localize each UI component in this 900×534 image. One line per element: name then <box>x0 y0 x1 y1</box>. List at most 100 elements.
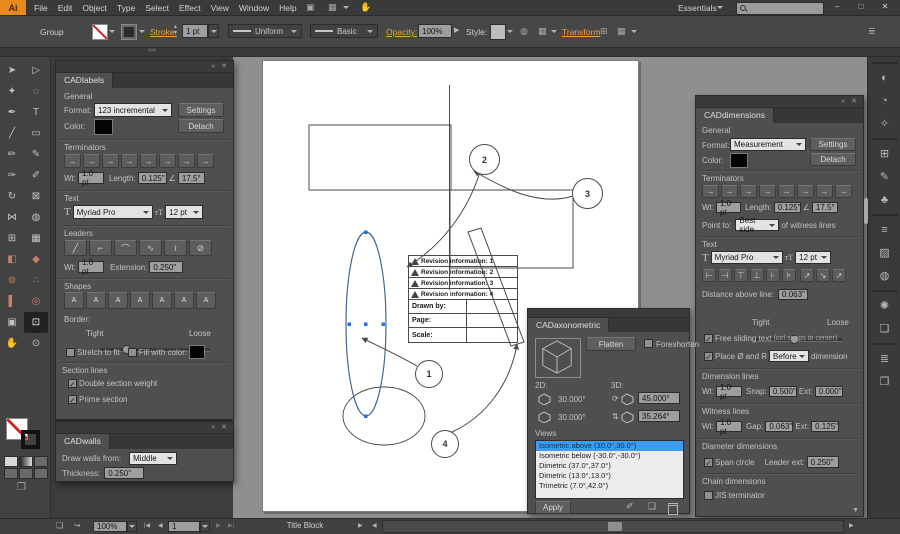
terminator-t8[interactable]: → <box>835 185 852 198</box>
bridge-icon[interactable]: ▣ <box>306 0 315 15</box>
terminator-t5[interactable]: → <box>140 154 157 168</box>
panel-icon-swatches[interactable]: ⊞ <box>880 147 889 161</box>
panel-icon-graphic-styles[interactable]: ❏ <box>880 322 890 336</box>
terminator-t2[interactable]: → <box>721 185 738 198</box>
leader-none[interactable]: ⊘ <box>189 240 212 256</box>
foreshorten-checkbox[interactable] <box>644 339 653 348</box>
last-artboard-icon[interactable]: ▶| <box>228 519 234 533</box>
panel-icon-layers[interactable]: ≣ <box>880 352 889 366</box>
point-to-dropdown[interactable]: Best side <box>735 219 779 231</box>
align-icon[interactable]: ⊞ <box>600 24 608 39</box>
place-checkbox[interactable]: ✓ <box>704 352 713 361</box>
tool-shape-builder[interactable]: ◍ <box>24 207 48 228</box>
tool-free-transform[interactable]: ⊠ <box>24 186 48 207</box>
menu-object[interactable]: Object <box>82 3 107 13</box>
distance-field[interactable]: 0.063" <box>778 289 808 300</box>
dim-ext-field[interactable]: 0.000" <box>815 386 843 397</box>
dock-splitter-grip[interactable] <box>864 198 868 224</box>
panel-icon-color[interactable]: ◐ <box>881 71 888 85</box>
close-icon[interactable]: ✕ <box>221 424 229 431</box>
terminator-t6[interactable]: → <box>159 154 176 168</box>
terminator-weight-field[interactable]: 1.0 pt <box>716 202 741 213</box>
close-button[interactable]: ✕ <box>874 0 896 13</box>
tab-cadlabels[interactable]: CADlabels <box>56 73 113 88</box>
view-option-isometric-below[interactable]: Isometric below (-30.0°,-30.0°) <box>536 451 683 461</box>
tool-line-segment[interactable]: ╱ <box>0 123 24 144</box>
style-caret-icon[interactable] <box>507 30 513 33</box>
stroke-weight-caret-icon[interactable] <box>208 24 219 38</box>
collapse-icon[interactable]: « <box>211 63 217 70</box>
menu-select[interactable]: Select <box>145 3 169 13</box>
3d-rotation-field[interactable]: 45.000° <box>638 392 680 404</box>
view-option-dimetric-13[interactable]: Dimetric (13.0°,13.0°) <box>536 471 683 481</box>
scroll-right-icon[interactable]: ▶ <box>849 519 854 533</box>
prime-section-checkbox[interactable]: ✓ <box>68 395 77 404</box>
dock-collapse-icon[interactable]: «« <box>148 47 156 54</box>
arrange-documents-icon[interactable]: ▦ <box>328 0 337 15</box>
tool-eraser[interactable]: ✐ <box>24 165 48 186</box>
screen-mode-icon[interactable]: ❐ <box>17 480 26 495</box>
tool-cad-tool[interactable]: ⊡ <box>24 312 48 333</box>
tool-blend[interactable]: ⊚ <box>0 270 24 291</box>
text-position-tp5[interactable]: ⊦ <box>766 269 780 282</box>
tool-eyedropper[interactable]: ◆ <box>24 249 48 270</box>
gap-field[interactable]: 0.063" <box>765 421 793 432</box>
status-expand-icon[interactable]: ▶ <box>358 519 363 533</box>
scroll-left-icon[interactable]: ◀ <box>372 519 377 533</box>
tool-pencil[interactable]: ✎ <box>24 144 48 165</box>
close-icon[interactable]: ✕ <box>221 63 229 70</box>
tool-paintbrush[interactable]: ✏ <box>0 144 24 165</box>
panel-icon-appearance[interactable]: ✺ <box>880 299 889 313</box>
terminator-t3[interactable]: → <box>102 154 119 168</box>
document-setup-icon[interactable]: ◍ <box>520 24 528 39</box>
tool-width-tool[interactable]: ⋈ <box>0 207 24 228</box>
draw-normal-button[interactable] <box>4 468 18 479</box>
font-size-dropdown[interactable]: 12 pt <box>795 251 831 264</box>
gradient-button[interactable] <box>19 456 33 467</box>
leader-weight-field[interactable]: 1.0 pt <box>78 261 104 273</box>
view-option-dimetric-37[interactable]: Dimetric (37.0°,37.0°) <box>536 461 683 471</box>
tool-perspective-grid[interactable]: ⊞ <box>0 228 24 249</box>
leader-straight[interactable]: ╱ <box>64 240 87 256</box>
tool-selection[interactable]: ➤ <box>0 60 24 81</box>
shape-circle[interactable]: A <box>130 292 150 309</box>
font-dropdown[interactable]: Myriad Pro <box>73 205 153 219</box>
span-circle-checkbox[interactable]: ✓ <box>704 458 713 467</box>
terminator-t7[interactable]: → <box>816 185 833 198</box>
opacity-expand-icon[interactable]: ▶ <box>454 26 459 34</box>
wit-weight-field[interactable]: 1.0 pt <box>716 421 742 432</box>
tool-direct-selection[interactable]: ▷ <box>24 60 48 81</box>
tab-cadaxonometric[interactable]: CADaxonometric <box>528 318 609 332</box>
font-dropdown[interactable]: Myriad Pro <box>711 251 783 264</box>
opacity-link[interactable]: Opacity: <box>386 27 417 37</box>
close-icon[interactable]: ✕ <box>851 98 859 105</box>
thickness-field[interactable]: 0.250" <box>104 467 144 479</box>
shape-rounded-box[interactable]: A <box>108 292 128 309</box>
dim-weight-field[interactable]: 1.0 pt <box>716 386 742 397</box>
stroke-weight-field[interactable]: 1 pt <box>182 24 208 38</box>
tool-type[interactable]: T <box>24 102 48 123</box>
minimize-button[interactable]: – <box>826 0 848 13</box>
transform-link[interactable]: Transform <box>562 27 600 37</box>
terminator-t4[interactable]: → <box>759 185 776 198</box>
tool-pen[interactable]: ✒ <box>0 102 24 123</box>
terminator-t2[interactable]: → <box>83 154 100 168</box>
shape-diamond[interactable]: A <box>196 292 216 309</box>
tool-mesh[interactable]: ▦ <box>24 228 48 249</box>
snap-field[interactable]: 0.500" <box>769 386 797 397</box>
shape-plain[interactable]: A <box>64 292 84 309</box>
view-option-trimetric[interactable]: Trimetric (7.0°,42.0°) <box>536 481 683 491</box>
zoom-field[interactable]: 100% <box>93 521 127 532</box>
menu-help[interactable]: Help <box>279 3 296 13</box>
settings-button[interactable]: Settings <box>810 138 856 151</box>
stroke-color-indicator[interactable] <box>21 430 40 449</box>
text-slope-sl1[interactable]: ↗ <box>800 269 814 282</box>
touch-workspace-icon[interactable]: ✋ <box>360 0 371 15</box>
stroke-color-swatch[interactable] <box>92 24 108 40</box>
terminator-length-field[interactable]: 0.125" <box>774 202 801 213</box>
free-sliding-checkbox[interactable]: ✓ <box>704 334 713 343</box>
tool-magic-wand[interactable]: ✦ <box>0 81 24 102</box>
tool-rectangle[interactable]: ▭ <box>24 123 48 144</box>
format-dropdown[interactable]: Measurement <box>730 138 806 151</box>
apply-button[interactable]: Apply <box>535 501 571 514</box>
